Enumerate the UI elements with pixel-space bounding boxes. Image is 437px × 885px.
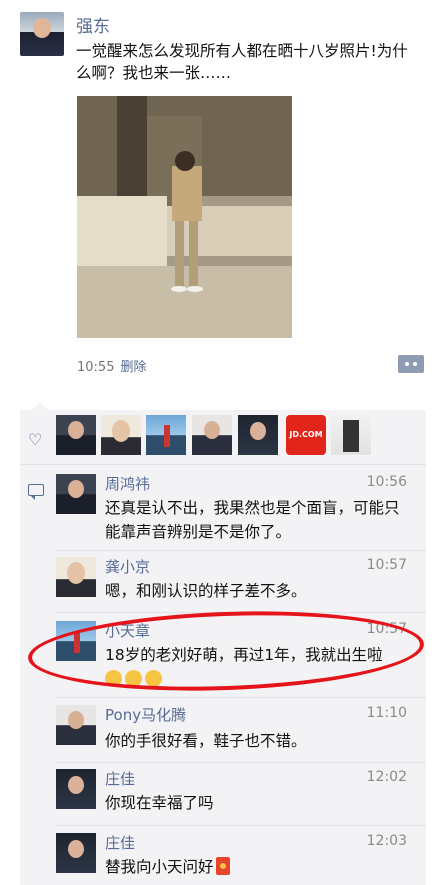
liker-avatar-1[interactable] [56, 415, 96, 455]
dot-icon [405, 362, 409, 366]
author-name[interactable]: 强东 [76, 12, 110, 37]
liker-avatar-jd-logo[interactable]: JD.COM [286, 415, 326, 455]
post-meta: 10:55 删除 [77, 356, 146, 375]
post-text: 一觉醒来怎么发现所有人都在晒十八岁照片!为什么啊？我也来一张…… [76, 42, 408, 82]
liker-avatar-3[interactable] [146, 415, 186, 455]
comment-author[interactable]: 周鸿祎 [105, 473, 150, 494]
comment-avatar[interactable] [56, 833, 96, 873]
liker-avatar-7[interactable] [331, 415, 371, 455]
comment-avatar[interactable] [56, 474, 96, 514]
comment-divider [56, 697, 426, 698]
comment-avatar[interactable] [56, 557, 96, 597]
comment-text: 还真是认不出，我果然也是个面盲，可能只能靠声音辨别是不是你了。 [105, 499, 400, 541]
comment-author[interactable]: Pony马化腾 [105, 704, 186, 725]
comment-avatar[interactable] [56, 705, 96, 745]
comment-divider [56, 762, 426, 763]
comment-author[interactable]: 庄佳 [105, 768, 135, 789]
delete-link[interactable]: 删除 [120, 360, 146, 375]
comment-divider [56, 825, 426, 826]
liker-avatar-5[interactable] [238, 415, 278, 455]
panel-arrow [32, 402, 48, 410]
comment-text: 你现在幸福了吗 [105, 794, 214, 812]
comment-author[interactable]: 庄佳 [105, 832, 135, 853]
comment-text: 你的手很好看，鞋子也不错。 [105, 732, 307, 750]
comment-text: 替我向小天问好 [105, 858, 214, 876]
comment-text: 嗯，和刚认识的样子差不多。 [105, 582, 307, 600]
comment-text-with-emoji: 替我向小天问好 [105, 855, 410, 879]
heart-outline-icon: ♡ [28, 430, 43, 449]
comment-time: 11:10 [366, 705, 407, 721]
more-actions-button[interactable] [398, 355, 424, 373]
jd-logo-text: JD.COM [289, 430, 323, 439]
comment-divider [56, 550, 426, 551]
likes-divider [20, 464, 426, 465]
comment-time: 10:57 [366, 557, 407, 573]
comment-time: 10:56 [366, 474, 407, 490]
red-packet-emoji-icon [215, 857, 230, 875]
comment-icon [28, 484, 44, 500]
comment-avatar[interactable] [56, 769, 96, 809]
post-time: 10:55 [77, 360, 115, 375]
comment-time: 12:03 [366, 833, 407, 849]
dot-icon [413, 362, 417, 366]
comment-author[interactable]: 龚小京 [105, 556, 150, 577]
comment-time: 12:02 [366, 769, 407, 785]
liker-avatar-2[interactable] [101, 415, 141, 455]
author-avatar[interactable] [20, 12, 64, 56]
post-photo-image [77, 96, 292, 338]
liker-avatar-4[interactable] [192, 415, 232, 455]
post-photo[interactable] [77, 96, 292, 338]
